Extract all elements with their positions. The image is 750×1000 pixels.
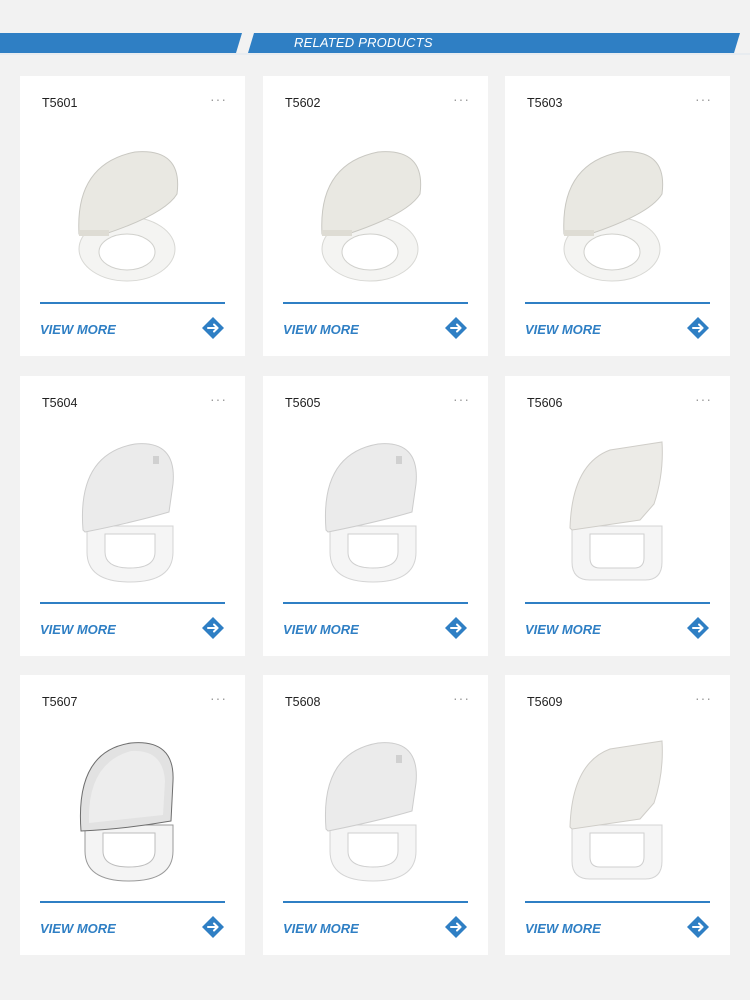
card-divider bbox=[525, 602, 710, 604]
card-divider bbox=[40, 302, 225, 304]
product-code: T5606 bbox=[527, 396, 563, 410]
product-card-t5607[interactable]: T5607 ··· VIEW MORE bbox=[20, 675, 245, 955]
card-divider bbox=[525, 302, 710, 304]
ellipsis-icon[interactable]: ··· bbox=[210, 392, 227, 406]
ellipsis-icon[interactable]: ··· bbox=[453, 392, 470, 406]
arrow-right-circle-icon[interactable] bbox=[686, 616, 710, 640]
card-divider bbox=[40, 901, 225, 903]
card-divider bbox=[525, 901, 710, 903]
ellipsis-icon[interactable]: ··· bbox=[210, 691, 227, 705]
arrow-right-circle-icon[interactable] bbox=[201, 915, 225, 939]
product-card-t5609[interactable]: T5609 ··· VIEW MORE bbox=[505, 675, 730, 955]
arrow-right-circle-icon[interactable] bbox=[201, 616, 225, 640]
ellipsis-icon[interactable]: ··· bbox=[695, 92, 712, 106]
arrow-right-circle-icon[interactable] bbox=[686, 316, 710, 340]
view-more-link[interactable]: VIEW MORE bbox=[283, 322, 359, 337]
product-card-t5602[interactable]: T5602 ··· VIEW MORE bbox=[263, 76, 488, 356]
card-divider bbox=[283, 901, 468, 903]
product-code: T5605 bbox=[285, 396, 321, 410]
view-more-link[interactable]: VIEW MORE bbox=[525, 921, 601, 936]
ellipsis-icon[interactable]: ··· bbox=[210, 92, 227, 106]
arrow-right-circle-icon[interactable] bbox=[444, 316, 468, 340]
view-more-link[interactable]: VIEW MORE bbox=[40, 622, 116, 637]
product-card-t5605[interactable]: T5605 ··· VIEW MORE bbox=[263, 376, 488, 656]
ellipsis-icon[interactable]: ··· bbox=[453, 691, 470, 705]
arrow-right-circle-icon[interactable] bbox=[444, 616, 468, 640]
arrow-right-circle-icon[interactable] bbox=[444, 915, 468, 939]
product-card-t5601[interactable]: T5601 ··· VIEW MORE bbox=[20, 76, 245, 356]
view-more-link[interactable]: VIEW MORE bbox=[283, 921, 359, 936]
product-card-t5608[interactable]: T5608 ··· VIEW MORE bbox=[263, 675, 488, 955]
product-card-t5603[interactable]: T5603 ··· VIEW MORE bbox=[505, 76, 730, 356]
ellipsis-icon[interactable]: ··· bbox=[695, 392, 712, 406]
product-grid: T5601 ··· VIEW MORE T5602 ··· VIEW MORE … bbox=[20, 76, 731, 956]
product-code: T5602 bbox=[285, 96, 321, 110]
product-code: T5608 bbox=[285, 695, 321, 709]
product-code: T5603 bbox=[527, 96, 563, 110]
toilet-seat-image[interactable] bbox=[65, 733, 205, 883]
view-more-link[interactable]: VIEW MORE bbox=[40, 921, 116, 936]
ellipsis-icon[interactable]: ··· bbox=[453, 92, 470, 106]
toilet-seat-image[interactable] bbox=[308, 434, 448, 584]
ellipsis-icon[interactable]: ··· bbox=[695, 691, 712, 705]
product-card-t5606[interactable]: T5606 ··· VIEW MORE bbox=[505, 376, 730, 656]
section-title: RELATED PRODUCTS bbox=[294, 35, 433, 50]
card-divider bbox=[40, 602, 225, 604]
card-divider bbox=[283, 302, 468, 304]
banner-underline bbox=[0, 53, 750, 55]
toilet-seat-image[interactable] bbox=[550, 733, 690, 883]
product-code: T5604 bbox=[42, 396, 78, 410]
toilet-seat-image[interactable] bbox=[65, 434, 205, 584]
toilet-seat-image[interactable] bbox=[65, 134, 205, 284]
product-code: T5601 bbox=[42, 96, 78, 110]
toilet-seat-image[interactable] bbox=[550, 134, 690, 284]
view-more-link[interactable]: VIEW MORE bbox=[283, 622, 359, 637]
product-code: T5609 bbox=[527, 695, 563, 709]
arrow-right-circle-icon[interactable] bbox=[201, 316, 225, 340]
toilet-seat-image[interactable] bbox=[550, 434, 690, 584]
card-divider bbox=[283, 602, 468, 604]
related-products-banner: RELATED PRODUCTS bbox=[0, 33, 750, 53]
view-more-link[interactable]: VIEW MORE bbox=[525, 322, 601, 337]
product-card-t5604[interactable]: T5604 ··· VIEW MORE bbox=[20, 376, 245, 656]
product-code: T5607 bbox=[42, 695, 78, 709]
view-more-link[interactable]: VIEW MORE bbox=[525, 622, 601, 637]
toilet-seat-image[interactable] bbox=[308, 733, 448, 883]
arrow-right-circle-icon[interactable] bbox=[686, 915, 710, 939]
view-more-link[interactable]: VIEW MORE bbox=[40, 322, 116, 337]
toilet-seat-image[interactable] bbox=[308, 134, 448, 284]
